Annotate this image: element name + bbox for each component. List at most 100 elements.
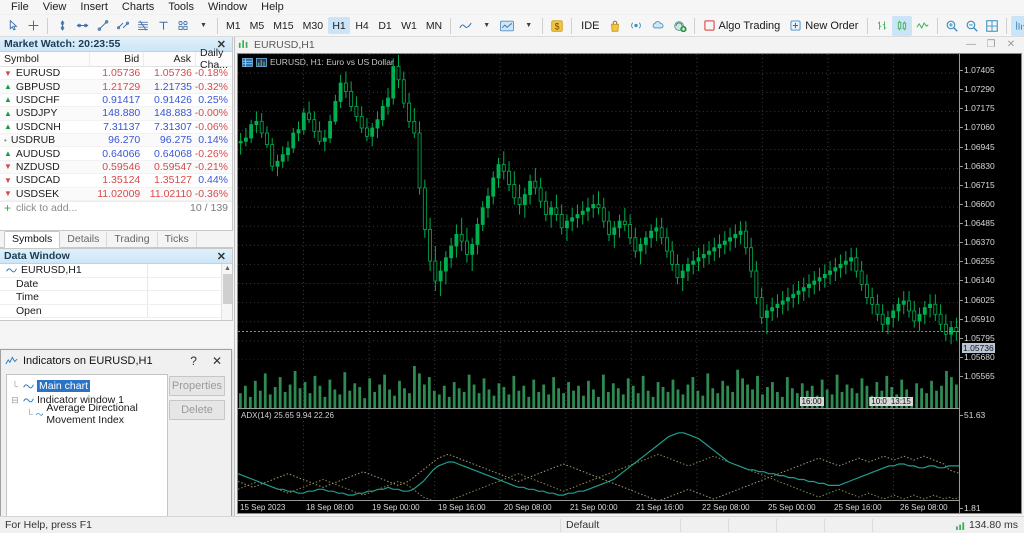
timeframe-button-m30[interactable]: M30 — [299, 17, 327, 34]
status-connection[interactable]: 134.80 ms — [956, 519, 1024, 531]
data-window-scrollbar[interactable]: ▲ — [221, 264, 232, 320]
timeframe-button-m5[interactable]: M5 — [246, 17, 269, 34]
horizontal-line-icon[interactable] — [72, 16, 93, 36]
maximize-icon[interactable]: ❐ — [981, 39, 1001, 50]
table-row[interactable]: ▲ USDCHF 0.91417 0.91426 0.25% — [0, 94, 232, 108]
currency-icon[interactable]: $ — [547, 16, 567, 36]
zoom-out-icon[interactable] — [962, 16, 982, 36]
signals-icon[interactable] — [625, 16, 647, 36]
timeframe-button-h4[interactable]: H4 — [351, 17, 373, 34]
timeframe-button-w1[interactable]: W1 — [397, 17, 421, 34]
chart-window-controls: — ❐ ✕ — [961, 39, 1021, 50]
table-row[interactable]: ▼ USDCAD 1.35124 1.35127 0.44% — [0, 174, 232, 188]
new-order-button[interactable]: New Order — [785, 16, 863, 35]
channel-icon[interactable] — [113, 16, 133, 36]
data-window-label: EURUSD,H1 — [21, 264, 82, 277]
timeframe-button-h1[interactable]: H1 — [328, 17, 351, 34]
line-chart-icon[interactable] — [455, 16, 476, 36]
bar-chart-icon[interactable] — [872, 16, 892, 36]
menu-item-insert[interactable]: Insert — [73, 0, 115, 15]
candlestick-chart-icon[interactable] — [892, 15, 913, 36]
ask-price: 96.275 — [159, 134, 193, 147]
column-header-ask[interactable]: Ask — [144, 52, 197, 66]
data-window-value — [148, 291, 232, 304]
data-window-close-icon[interactable]: ✕ — [215, 250, 228, 263]
trendline-icon[interactable] — [93, 16, 113, 36]
grid-icon[interactable] — [982, 16, 1002, 36]
line-chart-type-icon[interactable] — [912, 16, 933, 36]
timeframe-button-m15[interactable]: M15 — [269, 17, 297, 34]
volume-plot[interactable] — [238, 360, 959, 408]
chart-type-dropdown-arrow[interactable]: ▼ — [476, 16, 496, 36]
price-axis[interactable]: 1.07405 1.07290 1.07175 1.07060 1.06945 1.068… — [959, 54, 1021, 513]
help-icon[interactable]: ? — [185, 354, 202, 368]
fibonacci-icon[interactable] — [133, 16, 153, 36]
menu-item-view[interactable]: View — [36, 0, 74, 15]
template-dropdown-arrow[interactable]: ▼ — [518, 16, 538, 36]
menu-item-charts[interactable]: Charts — [115, 0, 161, 15]
properties-button[interactable]: Properties — [169, 376, 225, 396]
indicators-tree[interactable]: └ Main chart ⊟ Indicator window 1 └ Average D… — [6, 374, 168, 533]
market-watch-add-row[interactable]: + click to add... 10 / 139 — [0, 200, 232, 215]
text-icon[interactable] — [153, 16, 173, 36]
close-icon[interactable]: ✕ — [207, 354, 227, 368]
table-row[interactable]: ▼ NZDUSD 0.59546 0.59547 -0.21% — [0, 160, 232, 175]
new-order-icon — [790, 20, 801, 31]
main-price-plot[interactable]: EURUSD, H1: Euro vs US Dollar — [238, 54, 959, 360]
tab-details[interactable]: Details — [60, 232, 108, 247]
menu-item-file[interactable]: File — [4, 0, 36, 15]
chart-window-title: EURUSD,H1 — [254, 38, 315, 51]
table-row[interactable]: ▲ USDCNH 7.31137 7.31307 -0.06% — [0, 121, 232, 134]
table-row[interactable]: ▲ AUDUSD 0.64066 0.64068 -0.26% — [0, 147, 232, 161]
vps-cloud-icon[interactable] — [647, 16, 669, 36]
tree-node[interactable]: └ Average Directional Movement Index — [10, 402, 164, 426]
table-row[interactable]: ▼ EURUSD 1.05736 1.05736 -0.18% — [0, 67, 232, 81]
close-icon[interactable]: ✕ — [1001, 39, 1021, 50]
column-header-bid[interactable]: Bid — [90, 52, 145, 66]
column-header-symbol[interactable]: Symbol — [0, 52, 90, 66]
minimize-icon[interactable]: — — [961, 39, 981, 50]
table-row[interactable]: • USDRUB 96.270 96.275 0.14% — [0, 133, 232, 148]
copy-trading-icon[interactable] — [669, 16, 690, 36]
auto-scroll-icon[interactable] — [1011, 15, 1024, 36]
bid-price: 7.31137 — [103, 120, 141, 133]
toolbar-divider — [571, 17, 573, 34]
chart-grid-icon — [242, 57, 253, 67]
price-tick: 1.05565 — [960, 371, 995, 381]
expander-icon[interactable]: ⊟ — [10, 395, 20, 406]
crosshair-icon[interactable] — [23, 16, 43, 36]
tab-ticks[interactable]: Ticks — [158, 232, 197, 247]
time-axis[interactable]: 15 Sep 2023 18 Sep 08:00 19 Sep 00:00 19 Se… — [238, 500, 959, 513]
delete-button[interactable]: Delete — [169, 400, 225, 420]
menu-item-help[interactable]: Help — [254, 0, 291, 15]
chart-canvas-area[interactable]: EURUSD, H1: Euro vs US Dollar ADX(14) 25… — [237, 53, 1022, 514]
menu-item-window[interactable]: Window — [201, 0, 254, 15]
menu-item-tools[interactable]: Tools — [161, 0, 201, 15]
timeframe-button-d1[interactable]: D1 — [374, 17, 396, 34]
table-row[interactable]: ▼ USDSEK 11.02009 11.02110 -0.36% — [0, 187, 232, 201]
scrollbar-thumb[interactable] — [223, 274, 232, 304]
chart-symbol-label: EURUSD, H1: Euro vs US Dollar — [242, 57, 394, 67]
shapes-icon[interactable] — [173, 16, 193, 36]
scroll-up-caret-icon[interactable]: ▲ — [224, 265, 231, 272]
tree-node[interactable]: └ Main chart — [10, 379, 164, 393]
status-profile[interactable]: Default — [560, 518, 680, 532]
column-header-daily-change[interactable]: Daily Cha... — [196, 47, 232, 71]
shapes-dropdown-arrow[interactable]: ▼ — [193, 16, 213, 36]
algo-trading-button[interactable]: Algo Trading — [699, 16, 786, 35]
template-icon[interactable] — [496, 16, 518, 36]
timeframe-button-m1[interactable]: M1 — [222, 17, 245, 34]
zoom-in-icon[interactable] — [942, 16, 962, 36]
table-row[interactable]: ▲ USDJPY 148.880 148.883 -0.00% — [0, 107, 232, 121]
symbol-name: AUDUSD — [15, 147, 61, 160]
vertical-line-icon[interactable] — [52, 16, 72, 36]
cursor-icon[interactable] — [3, 16, 23, 36]
tab-symbols[interactable]: Symbols — [4, 231, 61, 248]
ide-button[interactable]: IDE — [576, 16, 604, 35]
timeframe-button-mn[interactable]: MN — [422, 17, 446, 34]
table-row[interactable]: ▲ GBPUSD 1.21729 1.21735 -0.32% — [0, 80, 232, 94]
status-cell-5 — [872, 518, 920, 532]
tab-trading[interactable]: Trading — [107, 232, 158, 247]
market-bag-icon[interactable] — [605, 16, 625, 36]
adx-indicator-plot[interactable]: ADX(14) 25.65 9.94 22.26 — [238, 409, 959, 513]
